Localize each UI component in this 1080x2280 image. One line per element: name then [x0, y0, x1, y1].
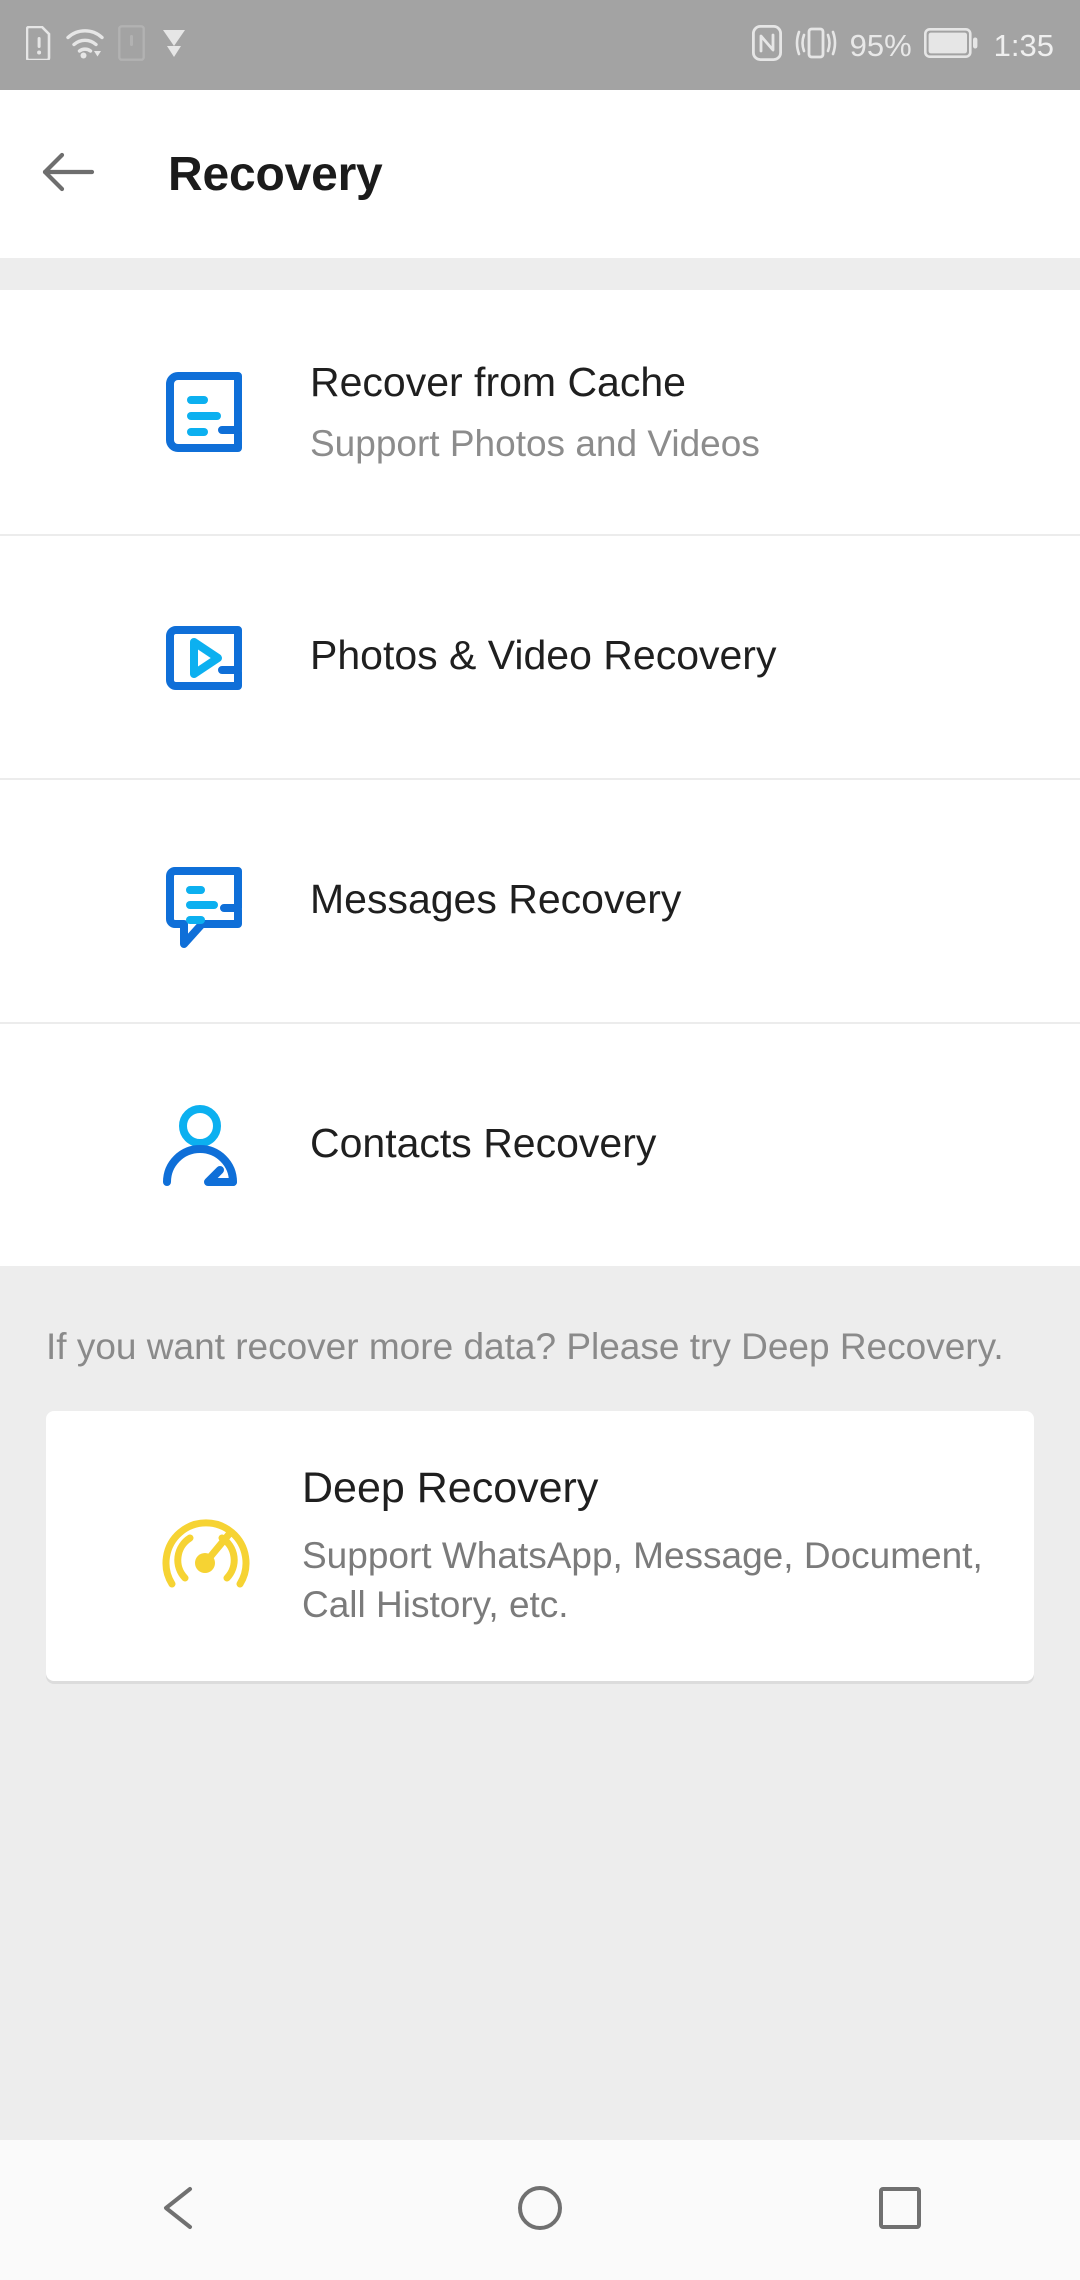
nav-home-button[interactable]: [465, 2140, 615, 2280]
nav-back-triangle-icon: [158, 2184, 202, 2237]
list-item-title: Photos & Video Recovery: [310, 632, 777, 679]
battery-percent-label: 95%: [849, 27, 912, 63]
list-item-title: Contacts Recovery: [310, 1120, 657, 1167]
vibrate-icon: [794, 26, 838, 65]
app-bar: Recovery: [0, 90, 1080, 258]
list-item-title: Recover from Cache: [310, 359, 686, 406]
nav-recents-button[interactable]: [825, 2140, 975, 2280]
nfc-icon: [751, 24, 782, 66]
nav-back-button[interactable]: [105, 2140, 255, 2280]
sd-card-icon: [118, 24, 145, 66]
deep-recovery-title: Deep Recovery: [302, 1463, 599, 1512]
nav-recents-square-icon: [878, 2186, 922, 2235]
promo-note: If you want recover more data? Please tr…: [46, 1326, 1004, 1367]
play-store-icon: [159, 26, 189, 65]
nav-home-circle-icon: [516, 2184, 564, 2237]
status-bar: 95% 1:35: [0, 0, 1080, 90]
contact-recovery-icon: [150, 1090, 270, 1198]
deep-recovery-card[interactable]: Deep Recovery Support WhatsApp, Message,…: [46, 1411, 1034, 1682]
page-title: Recovery: [168, 147, 383, 201]
status-bar-clock: 1:35: [993, 27, 1054, 63]
status-bar-right-icons: 95% 1:35: [751, 24, 1054, 66]
list-item-contacts-recovery[interactable]: Contacts Recovery: [0, 1022, 1080, 1266]
list-item-messages-recovery[interactable]: Messages Recovery: [0, 778, 1080, 1022]
list-item-text-block: Recover from Cache Support Photos and Vi…: [310, 357, 760, 467]
back-arrow-icon: [40, 150, 96, 199]
promo-section: If you want recover more data? Please tr…: [0, 1266, 1080, 2140]
video-recovery-icon: [150, 602, 270, 710]
list-item-subtitle: Support Photos and Videos: [310, 422, 760, 464]
back-button[interactable]: [20, 126, 116, 222]
battery-icon: [923, 27, 978, 63]
list-item-text-block: Messages Recovery: [310, 874, 681, 925]
list-item-text-block: Photos & Video Recovery: [310, 630, 776, 681]
status-bar-left-icons: [25, 24, 189, 66]
phone-screen: 95% 1:35 Recovery Recover from Cache Sup…: [0, 0, 1080, 2280]
appbar-divider-band: [0, 258, 1080, 290]
deep-recovery-gauge-icon: [150, 1490, 270, 1602]
list-item-title: Messages Recovery: [310, 876, 682, 923]
document-recovery-icon: [150, 358, 270, 466]
message-recovery-icon: [150, 846, 270, 954]
sim-alert-icon: [25, 25, 52, 65]
system-navigation-bar: [0, 2140, 1080, 2280]
recovery-options-list: Recover from Cache Support Photos and Vi…: [0, 290, 1080, 1266]
list-item-photos-video-recovery[interactable]: Photos & Video Recovery: [0, 534, 1080, 778]
wifi-icon: [66, 27, 104, 64]
list-item-recover-from-cache[interactable]: Recover from Cache Support Photos and Vi…: [0, 290, 1080, 534]
list-item-text-block: Contacts Recovery: [310, 1118, 656, 1169]
deep-recovery-subtitle: Support WhatsApp, Message, Document, Cal…: [302, 1535, 983, 1625]
deep-recovery-text-block: Deep Recovery Support WhatsApp, Message,…: [302, 1463, 1034, 1630]
